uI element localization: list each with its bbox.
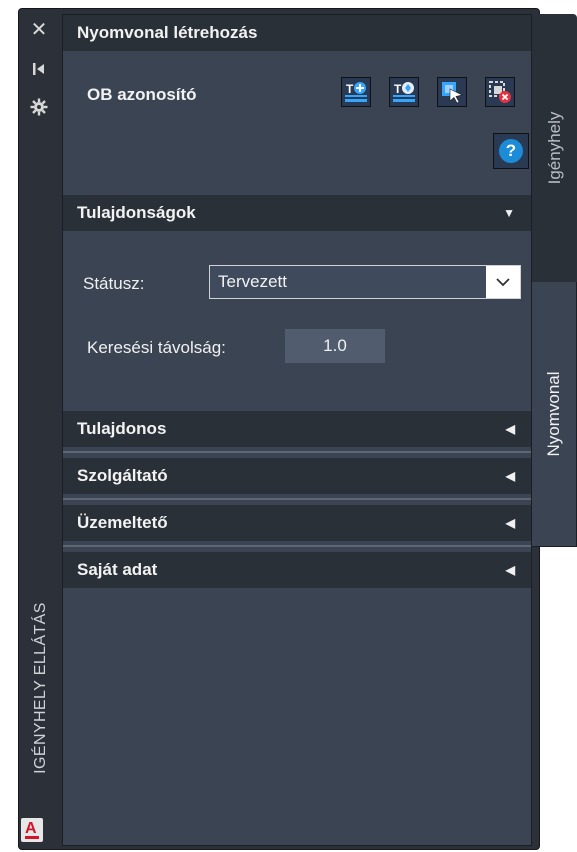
- section-header-owner[interactable]: Tulajdonos ◀: [63, 411, 531, 447]
- section-header-operator[interactable]: Üzemeltető ◀: [63, 505, 531, 541]
- text-add-button[interactable]: T: [341, 77, 371, 107]
- section-header-provider[interactable]: Szolgáltató ◀: [63, 458, 531, 494]
- section-title: Üzemeltető: [77, 513, 168, 532]
- status-select[interactable]: Tervezett: [209, 265, 521, 299]
- svg-text:T: T: [394, 82, 402, 96]
- chevron-down-icon[interactable]: [486, 266, 520, 298]
- section-title: Szolgáltató: [77, 466, 168, 485]
- chevron-down-icon: ▼: [503, 206, 515, 220]
- select-button[interactable]: [437, 77, 467, 107]
- delete-selection-button[interactable]: [485, 77, 515, 107]
- palette-vertical-title: IGÉNYHELY ELLÁTÁS: [26, 568, 56, 808]
- text-settings-icon: T: [393, 82, 415, 102]
- section-title: Tulajdonos: [77, 419, 167, 438]
- delete-selection-icon: [489, 81, 511, 103]
- tab-label: Nyomvonal: [544, 371, 563, 457]
- search-distance-input[interactable]: 1.0: [285, 329, 385, 363]
- chevron-left-icon: ◀: [505, 516, 515, 530]
- tab-nyomvonal[interactable]: Nyomvonal: [532, 282, 577, 547]
- gear-icon: [30, 98, 48, 116]
- svg-text:T: T: [346, 82, 354, 96]
- text-add-icon: T: [345, 82, 367, 102]
- status-label: Státusz:: [83, 274, 145, 293]
- palette-title-strip: ✕ IGÉNYHELY ELLÁTÁS A: [18, 8, 60, 850]
- divider: [63, 451, 531, 453]
- pin-icon: [33, 63, 44, 75]
- tab-label: Igényhely: [544, 111, 564, 185]
- help-button[interactable]: ?: [493, 133, 529, 169]
- panel-title: Nyomvonal létrehozás: [77, 23, 258, 42]
- help-icon: ?: [499, 139, 523, 163]
- section-title: Tulajdonságok: [77, 203, 196, 222]
- tool-panel: Nyomvonal létrehozás OB azonosító T T ? …: [62, 14, 532, 846]
- chevron-left-icon: ◀: [505, 422, 515, 436]
- palette-title-text: IGÉNYHELY ELLÁTÁS: [32, 602, 49, 774]
- divider: [63, 545, 531, 547]
- close-icon[interactable]: ✕: [26, 18, 52, 41]
- panel-header: Nyomvonal létrehozás: [63, 15, 531, 51]
- chevron-left-icon: ◀: [505, 469, 515, 483]
- settings-icon[interactable]: [26, 96, 52, 118]
- section-header-own-data[interactable]: Saját adat ◀: [63, 552, 531, 588]
- chevron-left-icon: ◀: [505, 563, 515, 577]
- search-distance-label: Keresési távolság:: [87, 338, 226, 357]
- ob-label: OB azonosító: [87, 85, 197, 104]
- section-header-properties[interactable]: Tulajdonságok ▼: [63, 195, 531, 231]
- divider: [63, 498, 531, 500]
- auto-hide-icon[interactable]: [26, 58, 52, 80]
- status-value: Tervezett: [218, 272, 287, 291]
- autocad-logo-icon: A: [21, 818, 43, 842]
- section-title: Saját adat: [77, 560, 158, 579]
- select-pointer-icon: [442, 82, 463, 104]
- text-settings-button[interactable]: T: [389, 77, 419, 107]
- tab-igenyhely[interactable]: Igényhely: [532, 14, 577, 282]
